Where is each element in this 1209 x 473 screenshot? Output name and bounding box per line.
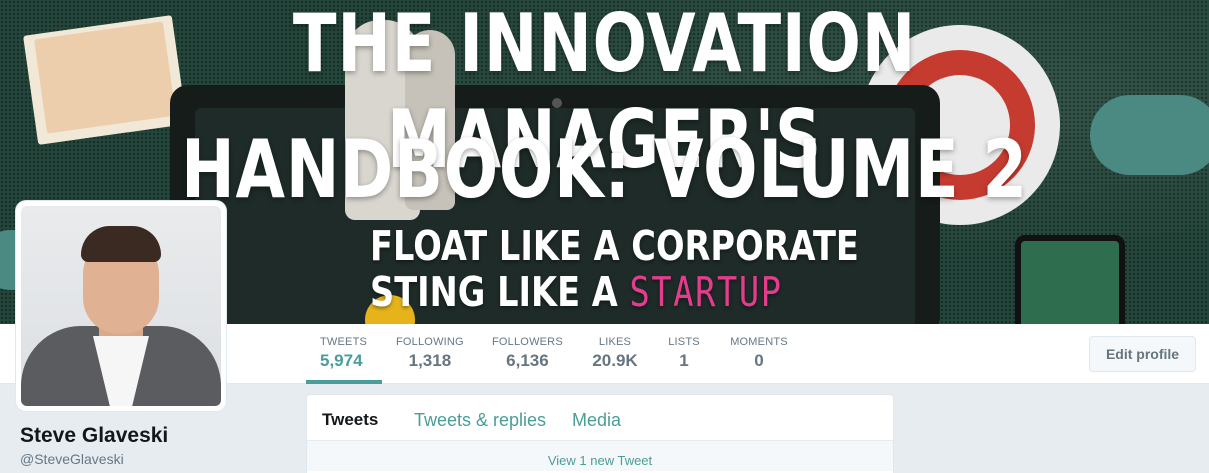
banner-tagline-prefix: STING LIKE A [370,268,630,316]
stat-value: 5,974 [320,351,363,370]
stat-likes[interactable]: LIKES 20.9K [590,324,640,384]
banner-tagline-line-1: FLOAT LIKE A CORPORATE [370,222,859,270]
banner-phone-shape [1015,235,1125,324]
stat-value: 1,318 [408,351,452,370]
banner-tagline-line-2: STING LIKE A STARTUP [370,268,783,316]
stat-following[interactable]: FOLLOWING 1,318 [396,324,464,384]
tab-tweets-and-replies[interactable]: Tweets & replies [414,410,546,431]
active-stat-underline [306,380,382,384]
stat-value: 1 [679,351,689,370]
profile-name[interactable]: Steve Glaveski [20,424,168,448]
stat-followers[interactable]: FOLLOWERS 6,136 [492,324,563,384]
profile-handle[interactable]: @SteveGlaveski [20,451,124,467]
timeline-tabs: Tweets Tweets & replies Media [307,395,893,441]
timeline-panel: Tweets Tweets & replies Media View 1 new… [306,394,894,473]
profile-avatar-frame[interactable] [16,201,226,411]
stat-label: LISTS [668,336,700,348]
edit-profile-button[interactable]: Edit profile [1089,336,1196,372]
stat-label: LIKES [598,336,632,348]
avatar-hair [81,226,161,262]
banner-tagline-highlight: STARTUP [629,268,783,316]
stat-value: 20.9K [592,351,638,370]
stat-label: TWEETS [320,336,368,348]
tab-tweets[interactable]: Tweets [322,410,378,430]
banner-title-line-2: HANDBOOK: VOLUME 2 [181,123,1028,216]
tab-media[interactable]: Media [572,410,621,431]
stat-value: 0 [754,351,764,370]
stat-label: FOLLOWING [396,336,464,348]
avatar[interactable] [21,206,221,406]
stat-label: MOMENTS [730,336,788,348]
stat-label: FOLLOWERS [492,336,563,348]
stat-tweets[interactable]: TWEETS 5,974 [320,324,367,384]
view-new-tweets-link[interactable]: View 1 new Tweet [307,441,893,471]
stat-lists[interactable]: LISTS 1 [668,324,700,384]
stat-moments[interactable]: MOMENTS 0 [730,324,788,384]
stat-value: 6,136 [506,351,549,370]
banner-cloud-shape [1090,95,1209,175]
